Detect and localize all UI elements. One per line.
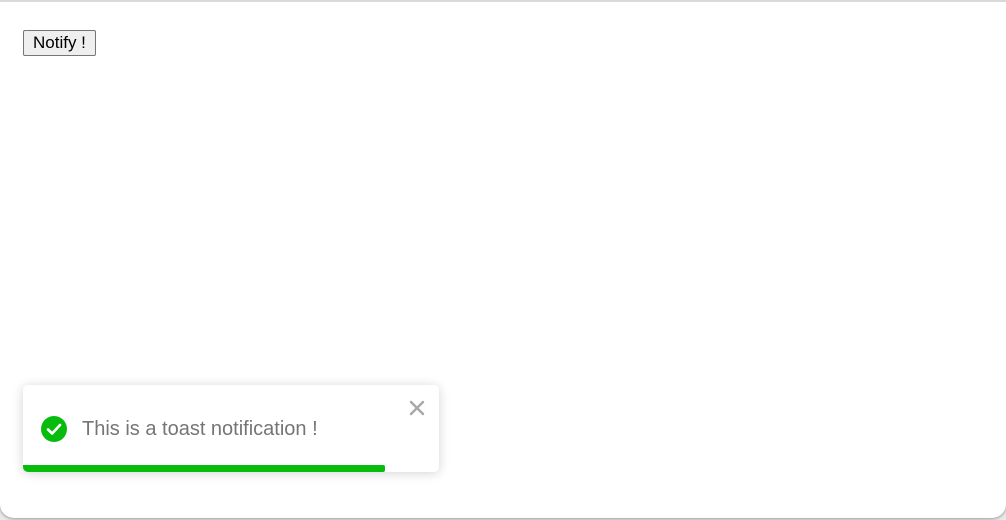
close-icon[interactable] [407,398,427,418]
toast-progress-bar [23,465,385,472]
toast-notification[interactable]: This is a toast notification ! [23,385,439,472]
notify-button[interactable]: Notify ! [23,30,96,56]
toast-message: This is a toast notification ! [82,418,318,440]
check-circle-icon [40,415,68,443]
preview-window: Notify ! This is a toast notification ! [0,0,1006,518]
